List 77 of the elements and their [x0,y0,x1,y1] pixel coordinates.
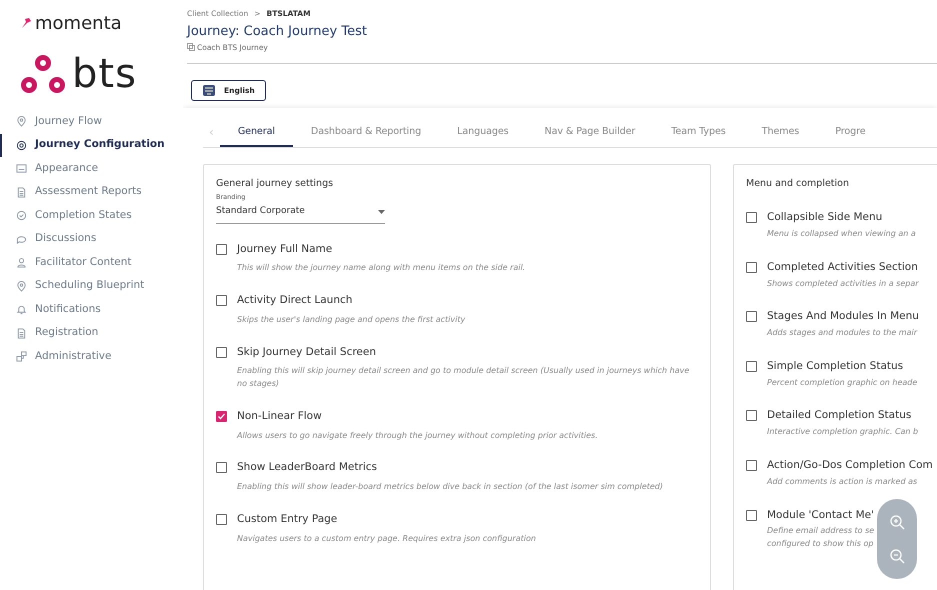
logo-text: momenta [35,12,122,36]
checkbox[interactable] [216,295,227,306]
image-icon [16,163,27,174]
option-label: Collapsible Side Menu [767,210,884,226]
sidebar-item[interactable]: Registration [0,322,183,345]
sidebar-item[interactable]: Notifications [0,298,183,322]
option-label: Show LeaderBoard Metrics [237,460,378,476]
page-title: Journey: Coach Journey Test [187,23,368,42]
tab[interactable]: Themes [744,124,818,147]
sidebar-item[interactable]: Administrative [0,345,183,368]
option-label: Skip Journey Detail Screen [237,344,378,360]
branding-select[interactable]: Standard Corporate [216,203,385,224]
caret-icon [378,210,385,214]
tab[interactable]: Languages [439,124,527,147]
org-icon [16,351,27,362]
tab[interactable]: Nav & Page Builder [526,124,654,147]
option-description: Shows completed activities in a separ [767,278,919,290]
checkbox[interactable] [216,346,227,358]
option-description: Interactive completion graphic. Can b [767,426,918,438]
option-label: Non-Linear Flow [237,408,323,424]
option-label: Stages And Modules In Menu [767,309,919,324]
option-label: Simple Completion Status [767,358,904,374]
option-label: Action/Go-Dos Completion Com [767,458,933,473]
option-description: Define email address to se [767,525,874,538]
chat-icon [16,234,27,245]
option-label: Module 'Contact Me' [767,508,874,523]
option-description: This will show the journey name along with menu items on the side rail. [237,262,526,274]
section-heading: General journey settings [216,177,334,191]
option-description: configured to show this op [767,538,874,550]
option-label: Detailed Completion Status [767,408,912,424]
checkbox[interactable] [216,410,227,422]
section-heading: Menu and completion [746,177,850,191]
option-description: Enabling this will show leader-board metrics below dive back in section (of the last isomer sim completed) [237,481,663,494]
checkbox[interactable] [746,262,757,273]
tab[interactable]: Progre [817,124,884,147]
checkbox[interactable] [746,410,757,422]
option-label: Completed Activities Section [767,260,919,275]
sidebar-item[interactable]: Facilitator Content [0,251,183,274]
logo-icon [20,54,66,94]
checkbox[interactable] [216,462,227,474]
logo-icon [20,17,32,29]
sidebar-item[interactable]: Scheduling Blueprint [0,274,183,298]
sidebar-item[interactable]: Journey Flow [0,110,183,134]
document-icon [16,186,27,198]
option-description: Add comments is action is marked as [767,476,918,488]
logo-text: bts [72,54,137,94]
checkbox[interactable] [746,360,757,372]
checkbox[interactable] [216,514,227,526]
checkbox[interactable] [746,510,757,521]
bell-icon [16,304,27,316]
checkbox[interactable] [746,212,757,224]
document-icon [16,328,27,339]
option-description: Allows users to go navigate freely through the journey without completing prior activities. [237,430,598,442]
option-description: Navigates users to a custom entry page. Requires extra json configuration [237,532,536,545]
option-label: Custom Entry Page [237,512,338,528]
option-description: Percent completion graphic on heade [767,376,918,389]
person-icon [16,257,27,268]
option-description: Skips the user's landing page and opens the first activity [237,314,466,326]
option-description: Adds stages and modules to the mair [767,327,918,340]
checkbox[interactable] [746,460,757,471]
option-label: Activity Direct Launch [237,293,354,308]
checkbox[interactable] [746,311,757,322]
tab[interactable]: General [220,124,293,147]
sidebar-item[interactable]: Appearance [0,157,183,180]
option-description: Enabling this will skip journey detail screen and go to module detail screen (Usually used in journeys which have no stages) [237,365,690,390]
sidebar-item[interactable]: Completion States [0,204,183,228]
checkbox[interactable] [216,244,227,254]
tab[interactable]: Dashboard & Reporting [292,124,440,147]
pin-icon [16,280,27,292]
option-description: Menu is collapsed when viewing an a [767,228,916,240]
check-circle-icon [16,210,27,222]
option-label: Journey Full Name [237,242,334,256]
pin-icon [16,116,27,128]
sidebar-item[interactable]: Discussions [0,228,183,251]
copy-icon [187,43,195,52]
tab[interactable]: Team Types [653,124,744,147]
sidebar-item[interactable]: Assessment Reports [0,180,183,204]
